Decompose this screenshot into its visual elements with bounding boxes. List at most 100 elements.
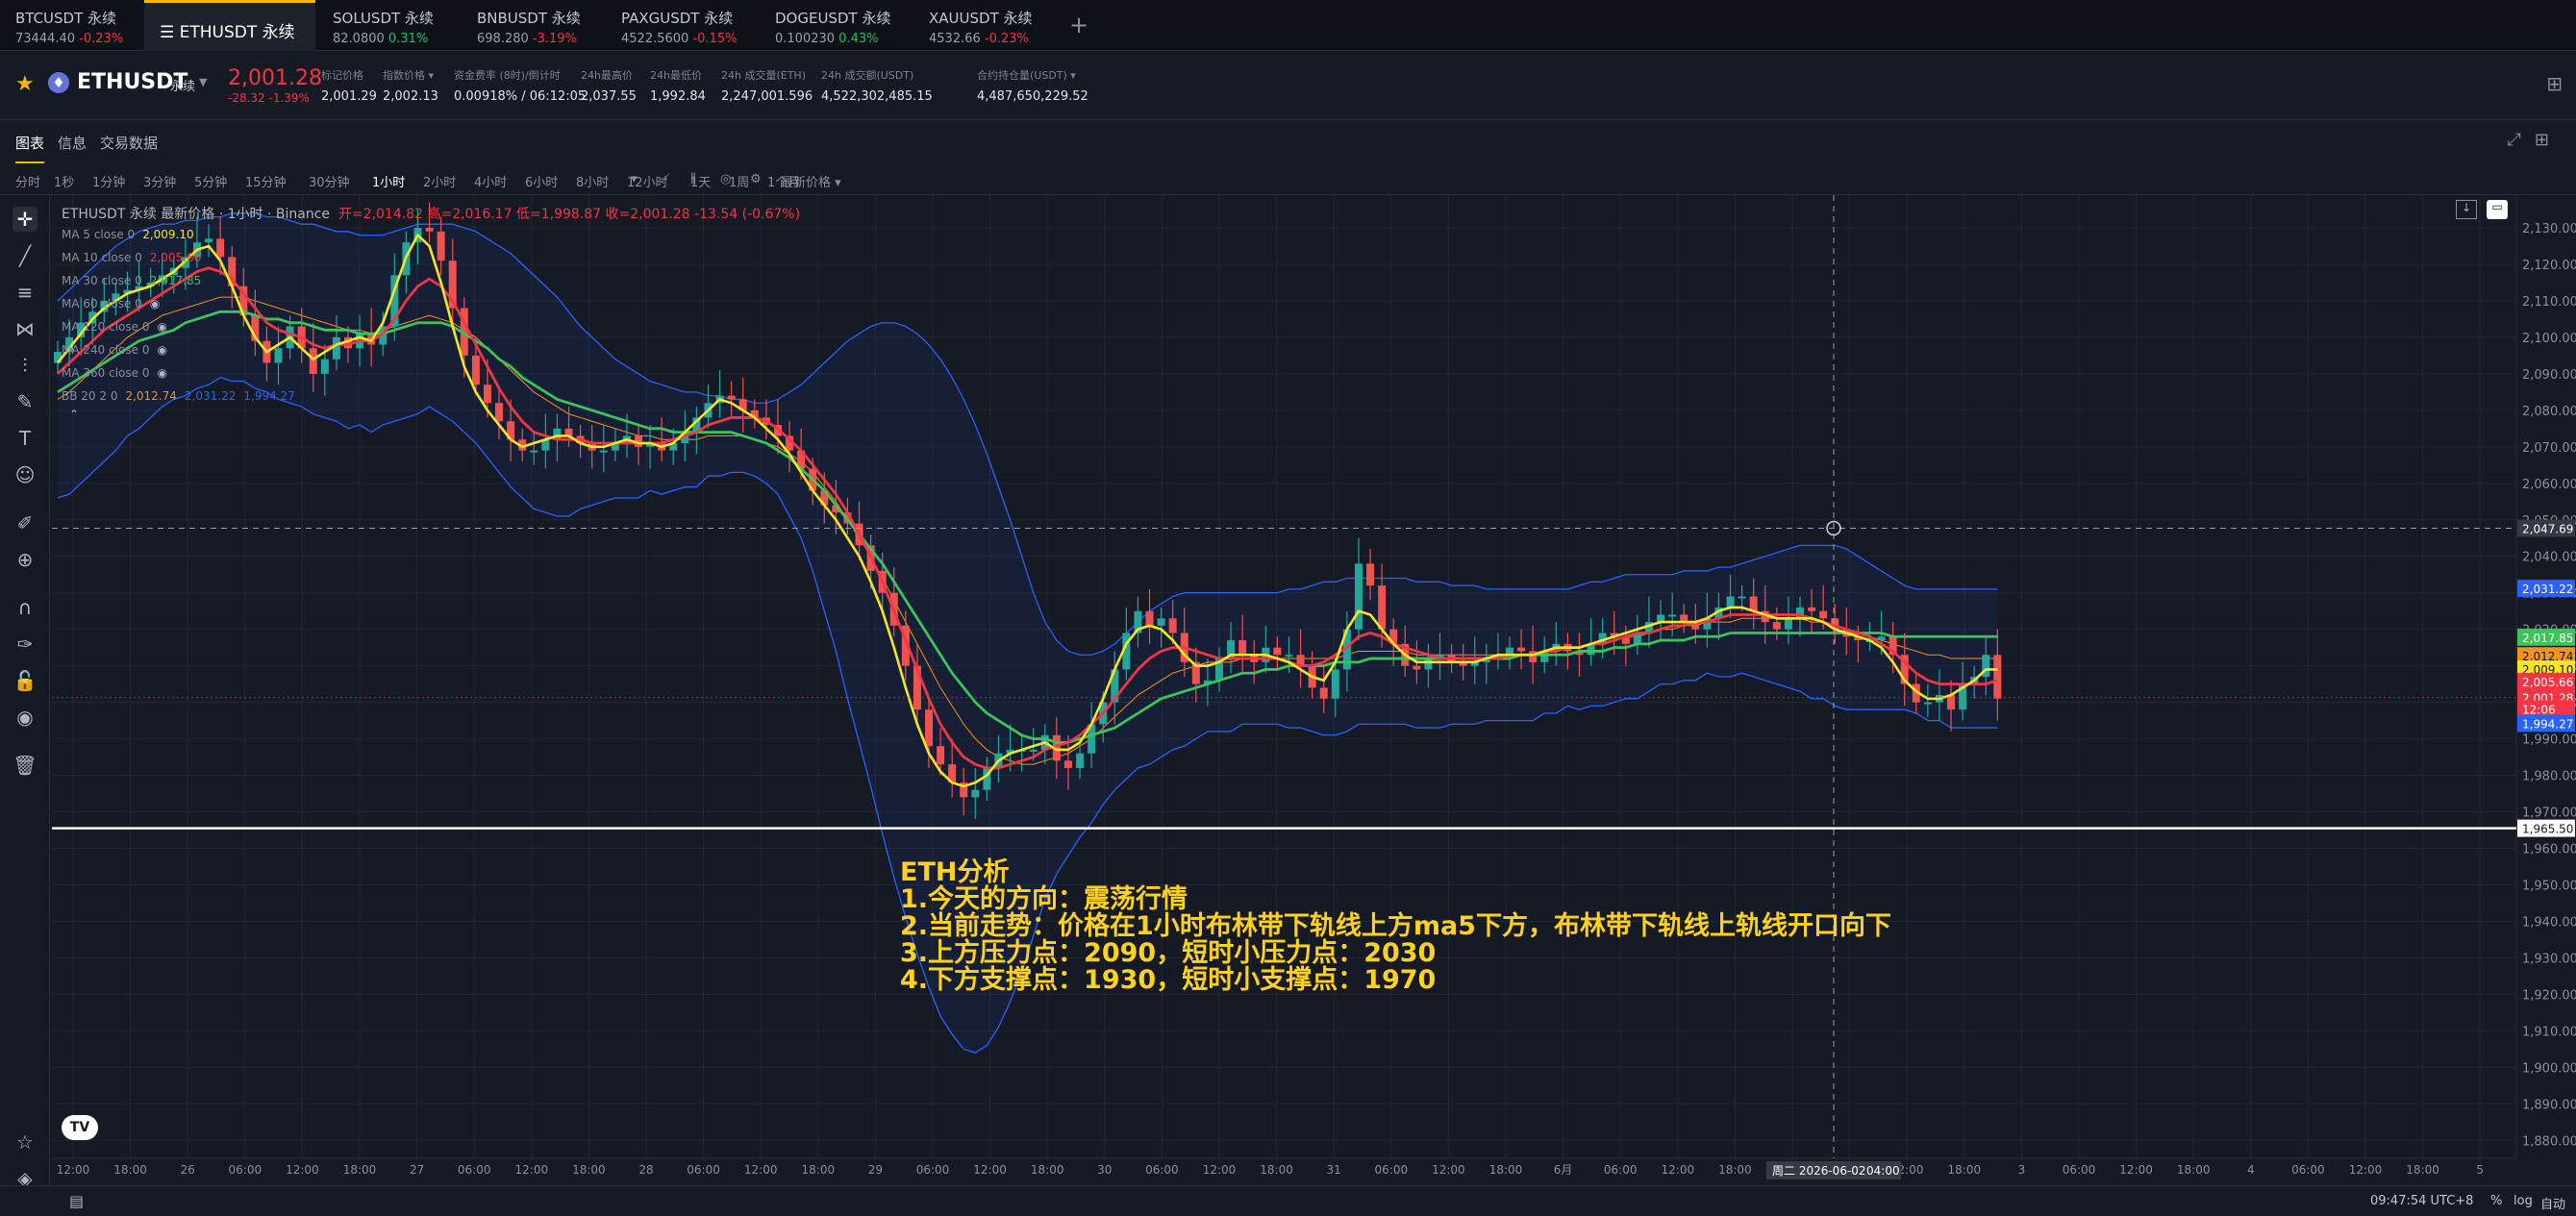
time-tick: 12:00 xyxy=(1432,1163,1465,1177)
auto-toggle[interactable]: 自动 xyxy=(2540,1194,2565,1212)
calendar-icon[interactable]: ▤ xyxy=(69,1192,84,1210)
candle-body xyxy=(1738,596,1746,599)
time-tick: 18:00 xyxy=(1718,1163,1752,1177)
candle-body xyxy=(1063,760,1072,768)
candle-body xyxy=(1319,687,1328,699)
visibility-eye-icon[interactable]: ◉ xyxy=(157,343,166,357)
legend-symbol: ETHUSDT 永续 最新价格 · 1小时 · Binance xyxy=(62,207,331,222)
time-axis: 12:00 18:00 26 06:00 12:00 18:00 27 06:00 12:00 1… xyxy=(52,1157,2516,1179)
price-tick: 1,880.00 xyxy=(2522,1134,2576,1149)
candle-body xyxy=(1076,753,1085,768)
analysis-note: ETH分析 1.今天的方向：震荡行情 2.当前走势：价格在1小时布林带下轨线上方ma… xyxy=(900,859,1891,994)
crosshair-time-tag: 周二 2026-06-02 04:00 xyxy=(1766,1161,1901,1179)
time-tick: 12:00 xyxy=(2349,1163,2383,1177)
time-tick: 6月 xyxy=(1554,1163,1573,1177)
price-tag-label: 2,017.85 xyxy=(2522,632,2573,645)
ma-indicator[interactable]: MA 10 close 0 2,005.66 xyxy=(62,246,800,269)
price-tick: 1,950.00 xyxy=(2522,879,2576,893)
bb-name: BB 20 2 0 xyxy=(62,389,118,403)
price-tick: 2,040.00 xyxy=(2522,551,2576,565)
price-tick: 2,090.00 xyxy=(2522,368,2576,383)
ma-indicator[interactable]: MA 360 close 0 ◉ xyxy=(62,361,800,385)
ma-indicator[interactable]: MA 30 close 0 2,017.85 xyxy=(62,269,800,292)
analysis-line: ETH分析 xyxy=(900,857,1010,887)
tradingview-logo: TV xyxy=(62,1115,98,1140)
time-tick: 18:00 xyxy=(113,1163,147,1177)
scroll-down-icon[interactable]: ↓ xyxy=(2456,200,2477,219)
ma-indicator[interactable]: MA 5 close 0 2,009.10 xyxy=(62,223,800,246)
time-tick: 26 xyxy=(181,1163,195,1177)
time-tick: 06:00 xyxy=(687,1163,720,1177)
ma-indicator[interactable]: MA 60 close 0 ◉ xyxy=(62,292,800,315)
candle-body xyxy=(1157,618,1165,626)
percent-toggle[interactable]: % xyxy=(2490,1194,2502,1208)
price-tag-label: 1,994.27 xyxy=(2522,717,2573,731)
time-tick: 30 xyxy=(1097,1163,1112,1177)
time-tick: 12:00 xyxy=(57,1163,90,1177)
ma-name: MA 240 close 0 xyxy=(62,343,150,357)
ma-name: MA 5 close 0 xyxy=(62,228,136,241)
candle-body xyxy=(1238,640,1247,656)
hline-price-tag: 1,965.50 xyxy=(2517,819,2575,837)
legend-ohlc: 开=2,014.82 高=2,016.17 低=1,998.87 收=2,001… xyxy=(338,207,801,222)
time-tick: 18:00 xyxy=(802,1163,836,1177)
price-chart[interactable]: 2,130.00 2,120.00 2,110.00 2,100.00 2,090.00… xyxy=(0,0,2576,1216)
time-tick: 12:00 xyxy=(744,1163,778,1177)
time-tick: 31 xyxy=(1327,1163,1341,1177)
time-tick: 12:00 xyxy=(1203,1163,1237,1177)
visibility-eye-icon[interactable]: ◉ xyxy=(157,320,166,334)
ma-indicator[interactable]: MA 240 close 0 ◉ xyxy=(62,338,800,361)
candle-body xyxy=(925,709,933,747)
candle-body xyxy=(1668,614,1677,617)
time-tick: 12:00 xyxy=(1662,1163,1695,1177)
ma-indicator[interactable]: MA 120 close 0 ◉ xyxy=(62,315,800,338)
screenshot-icon[interactable]: ▭ xyxy=(2487,200,2508,219)
price-axis: 2,130.00 2,120.00 2,110.00 2,100.00 2,090.00… xyxy=(2515,195,2576,1158)
price-tick: 1,960.00 xyxy=(2522,842,2576,856)
collapse-legend-icon[interactable]: ⌃ xyxy=(62,408,800,421)
clock: 09:47:54 UTC+8 xyxy=(2370,1194,2474,1208)
candle-body xyxy=(1285,655,1293,658)
time-tick: 18:00 xyxy=(2177,1163,2211,1177)
price-tag: 1,994.27 xyxy=(2517,714,2575,732)
ma-value: 2,017.85 xyxy=(149,274,202,287)
candle-body xyxy=(1354,563,1363,630)
price-tag-label: 2,005.66 xyxy=(2522,676,2573,689)
time-tick: 28 xyxy=(638,1163,653,1177)
time-tick: 06:00 xyxy=(229,1163,263,1177)
time-tick: 27 xyxy=(410,1163,424,1177)
time-tick: 5 xyxy=(2476,1163,2484,1177)
candle-body xyxy=(1877,636,1886,641)
candle-body xyxy=(1808,607,1816,611)
price-tick: 1,990.00 xyxy=(2522,733,2576,748)
log-toggle[interactable]: log xyxy=(2513,1194,2533,1208)
price-tick: 2,120.00 xyxy=(2522,259,2576,273)
candle-body xyxy=(1517,647,1526,652)
visibility-eye-icon[interactable]: ◉ xyxy=(150,297,160,310)
time-tick: 18:00 xyxy=(1948,1163,1982,1177)
bb-indicator[interactable]: BB 20 2 0 2,012.74 2,031.22 1,994.27 xyxy=(62,385,800,408)
candle-body xyxy=(937,746,945,765)
price-tag: 2,005.66 xyxy=(2517,673,2575,691)
time-tick: 3 xyxy=(2018,1163,2026,1177)
crosshair-price-tag: 2,047.69 xyxy=(2517,519,2575,537)
time-tick: 12:00 xyxy=(973,1163,1007,1177)
time-tick: 18:00 xyxy=(1260,1163,1293,1177)
analysis-line: 1.今天的方向：震荡行情 xyxy=(900,884,1188,914)
ma-value: 2,009.10 xyxy=(142,228,194,241)
candle-body xyxy=(1413,665,1421,670)
visibility-eye-icon[interactable]: ◉ xyxy=(157,366,166,380)
time-tick: 18:00 xyxy=(2406,1163,2439,1177)
candle-body xyxy=(1923,702,1932,705)
analysis-line: 2.当前走势：价格在1小时布林带下轨线上方ma5下方，布林带下轨线上轨线开口向下 xyxy=(900,911,1891,941)
price-tick: 2,110.00 xyxy=(2522,295,2576,310)
candle-body xyxy=(1749,596,1758,611)
price-tick: 2,070.00 xyxy=(2522,441,2576,456)
bb-lower: 1,994.27 xyxy=(243,389,295,403)
price-tag: 2,031.22 xyxy=(2517,580,2575,598)
crosshair-time: 04:00 xyxy=(1866,1164,1900,1178)
candle-body xyxy=(599,450,608,453)
ma-name: MA 60 close 0 xyxy=(62,297,142,310)
candle-body xyxy=(1273,647,1282,656)
time-tick: 06:00 xyxy=(2291,1163,2325,1177)
